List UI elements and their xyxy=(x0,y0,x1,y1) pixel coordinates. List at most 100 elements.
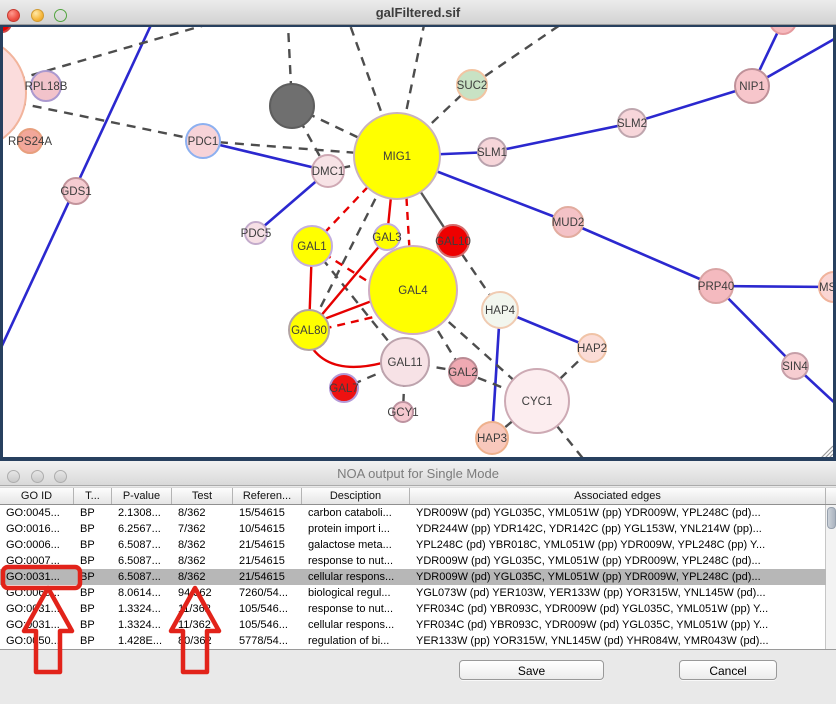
node-label-SUC2: SUC2 xyxy=(457,80,488,92)
column-header-referen-[interactable]: Referen... xyxy=(233,488,302,504)
table-cell: 6.5087... xyxy=(112,553,172,569)
table-cell: 105/546... xyxy=(233,601,302,617)
node-label-SIN4: SIN4 xyxy=(782,361,808,373)
minimize-button-icon[interactable] xyxy=(31,9,44,22)
node-label-RPS24A: RPS24A xyxy=(8,136,52,148)
table-cell: carbon cataboli... xyxy=(302,505,410,521)
table-cell: YDR244W (pp) YDR142C, YDR142C (pp) YGL15… xyxy=(410,521,826,537)
table-cell: BP xyxy=(74,569,112,585)
table-cell: YER133W (pp) YOR315W, YNL145W (pd) YHR08… xyxy=(410,633,826,649)
node-unlabeled[interactable] xyxy=(270,84,314,128)
table-cell: GO:0031... xyxy=(0,601,74,617)
column-header-t-[interactable]: T... xyxy=(74,488,112,504)
table-row[interactable]: GO:0031...BP1.3324...11/362105/546...res… xyxy=(0,601,826,617)
table-cell: regulation of bi... xyxy=(302,633,410,649)
table-row[interactable]: GO:0006...BP6.5087...8/36221/54615galact… xyxy=(0,537,826,553)
noa-window-titlebar[interactable]: NOA output for Single Mode xyxy=(0,461,836,486)
table-cell: GO:0031... xyxy=(0,617,74,633)
table-cell: 8/362 xyxy=(172,553,233,569)
table-cell: 6.5087... xyxy=(112,537,172,553)
table-row[interactable]: GO:0031...BP1.3324...11/362105/546...cel… xyxy=(0,617,826,633)
noa-window-title: NOA output for Single Mode xyxy=(337,466,499,481)
table-cell: BP xyxy=(74,617,112,633)
network-edge-blue xyxy=(203,141,328,171)
table-cell: 21/54615 xyxy=(233,553,302,569)
node-label-GCY1: GCY1 xyxy=(387,407,418,419)
node-label-GDS1: GDS1 xyxy=(60,186,91,198)
node-label-GAL10: GAL10 xyxy=(435,236,471,248)
table-cell: 2.1308... xyxy=(112,505,172,521)
table-cell: GO:0045... xyxy=(0,505,74,521)
table-cell: GO:0050... xyxy=(0,633,74,649)
table-body: GO:0045...BP2.1308...8/36215/54615carbon… xyxy=(0,505,836,650)
table-row[interactable]: GO:0007...BP6.5087...8/36221/54615respon… xyxy=(0,553,826,569)
table-cell: 1.3324... xyxy=(112,601,172,617)
node-label-MIG1: MIG1 xyxy=(383,151,411,163)
table-row[interactable]: GO:0050...BP1.428E...80/3625778/54...reg… xyxy=(0,633,826,649)
network-window-title: galFiltered.sif xyxy=(376,5,461,20)
table-cell: 21/54615 xyxy=(233,537,302,553)
close-button-icon[interactable] xyxy=(7,470,20,483)
network-canvas[interactable]: RPL18BRPS24AGDS1PDC1DMC1SUC2SLM1SLM2NIP1… xyxy=(0,25,836,461)
column-header-go-id[interactable]: GO ID xyxy=(0,488,74,504)
zoom-button-icon[interactable] xyxy=(54,470,67,483)
scrollbar-thumb[interactable] xyxy=(827,507,836,529)
node-label-HAP2: HAP2 xyxy=(577,343,607,355)
table-cell: YDR009W (pd) YGL035C, YML051W (pp) YDR00… xyxy=(410,553,826,569)
network-edge-blue xyxy=(632,86,752,123)
table-cell: response to nut... xyxy=(302,601,410,617)
table-cell: BP xyxy=(74,521,112,537)
table-cell: 8/362 xyxy=(172,505,233,521)
close-button-icon[interactable] xyxy=(7,9,20,22)
column-header-test[interactable]: Test xyxy=(172,488,233,504)
table-header[interactable]: GO IDT...P-valueTestReferen...Desciption… xyxy=(0,487,836,505)
column-header-desciption[interactable]: Desciption xyxy=(302,488,410,504)
table-cell: GO:0016... xyxy=(0,521,74,537)
table-cell: GO:0031... xyxy=(0,569,74,585)
node-label-PRP40: PRP40 xyxy=(698,281,734,293)
node-label-GAL7: GAL7 xyxy=(329,383,358,395)
table-cell: YDR009W (pd) YGL035C, YML051W (pp) YDR00… xyxy=(410,505,826,521)
node-label-MUD2: MUD2 xyxy=(552,217,585,229)
save-button[interactable]: Save xyxy=(459,660,604,680)
node-label-PDC5: PDC5 xyxy=(241,228,272,240)
table-cell: YGL073W (pd) YER103W, YER133W (pp) YOR31… xyxy=(410,585,826,601)
window-border xyxy=(0,25,3,461)
table-row[interactable]: GO:0031...BP6.5087...8/36221/54615cellul… xyxy=(0,569,826,585)
node-label-NIP1: NIP1 xyxy=(739,81,765,93)
node-label-RPL18B: RPL18B xyxy=(25,81,68,93)
table-cell: 21/54615 xyxy=(233,569,302,585)
table-cell: GO:0007... xyxy=(0,553,74,569)
table-cell: 11/362 xyxy=(172,617,233,633)
node-label-SLM1: SLM1 xyxy=(477,147,507,159)
cancel-button[interactable]: Cancel xyxy=(679,660,777,680)
table-cell: YDR009W (pd) YGL035C, YML051W (pp) YDR00… xyxy=(410,569,826,585)
column-header-associated-edges[interactable]: Associated edges xyxy=(410,488,826,504)
node-label-GAL1: GAL1 xyxy=(297,241,326,253)
node-label-CYC1: CYC1 xyxy=(522,396,553,408)
table-cell: 94/362 xyxy=(172,585,233,601)
table-cell: 1.3324... xyxy=(112,617,172,633)
table-row[interactable]: GO:0016...BP6.2567...7/36210/54615protei… xyxy=(0,521,826,537)
node-label-GAL11: GAL11 xyxy=(388,357,423,369)
table-cell: 80/362 xyxy=(172,633,233,649)
node-label-PDC1: PDC1 xyxy=(188,136,219,148)
network-edge-blue xyxy=(492,123,632,152)
column-header-p-value[interactable]: P-value xyxy=(112,488,172,504)
zoom-button-icon[interactable] xyxy=(54,9,67,22)
table-cell: cellular respons... xyxy=(302,569,410,585)
table-row[interactable]: GO:0045...BP2.1308...8/36215/54615carbon… xyxy=(0,505,826,521)
node-label-HAP3: HAP3 xyxy=(477,433,507,445)
network-window: galFiltered.sif RPL18BRPS24AGDS1PDC1DMC1… xyxy=(0,0,836,461)
traffic-lights-inactive xyxy=(7,466,74,480)
table-cell: BP xyxy=(74,505,112,521)
network-window-titlebar[interactable]: galFiltered.sif xyxy=(0,0,836,25)
table-cell: BP xyxy=(74,537,112,553)
vertical-scrollbar[interactable] xyxy=(825,505,836,649)
window-border xyxy=(0,25,836,27)
table-row[interactable]: GO:0065...BP8.0614...94/3627260/54...bio… xyxy=(0,585,826,601)
table-cell: protein import i... xyxy=(302,521,410,537)
minimize-button-icon[interactable] xyxy=(31,470,44,483)
table-cell: 15/54615 xyxy=(233,505,302,521)
table-cell: 1.428E... xyxy=(112,633,172,649)
